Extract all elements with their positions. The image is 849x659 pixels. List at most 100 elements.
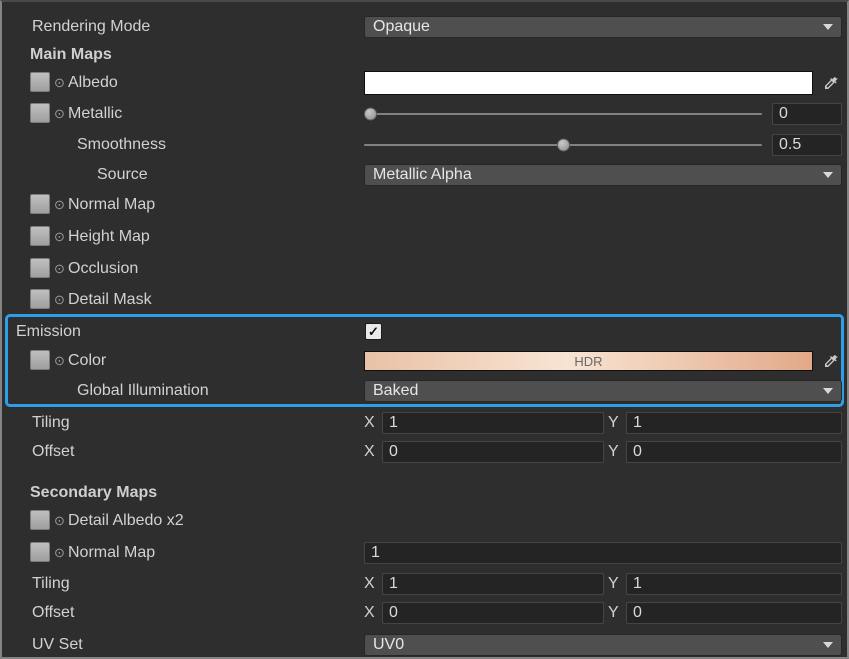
albedo-color-swatch[interactable] [364, 71, 813, 95]
row-albedo: ⊙ Albedo [2, 68, 847, 98]
chevron-down-icon [823, 388, 833, 394]
global-illumination-dropdown[interactable]: Baked [364, 380, 842, 402]
row-emission: Emission ✓ [2, 317, 847, 347]
offset-y-field[interactable]: 0 [626, 441, 842, 463]
secondary-tiling-y-field[interactable]: 1 [626, 573, 842, 595]
chevron-down-icon [823, 642, 833, 648]
object-picker-icon[interactable]: ⊙ [54, 546, 65, 559]
row-occlusion: ⊙ Occlusion [2, 254, 847, 284]
object-picker-icon[interactable]: ⊙ [54, 107, 65, 120]
smoothness-label: Smoothness [77, 136, 166, 154]
object-picker-icon[interactable]: ⊙ [54, 262, 65, 275]
object-picker-icon[interactable]: ⊙ [54, 76, 65, 89]
global-illumination-value: Baked [373, 382, 418, 399]
uv-set-dropdown[interactable]: UV0 [364, 634, 842, 656]
row-detail-mask: ⊙ Detail Mask [2, 285, 847, 315]
hdr-badge: HDR [574, 354, 602, 369]
chevron-down-icon [823, 172, 833, 178]
detail-mask-texture-slot[interactable] [30, 289, 50, 309]
source-dropdown[interactable]: Metallic Alpha [364, 164, 842, 186]
row-offset: Offset X 0 Y 0 [2, 437, 847, 467]
metallic-slider-handle[interactable] [364, 108, 377, 121]
object-picker-icon[interactable]: ⊙ [54, 230, 65, 243]
height-map-texture-slot[interactable] [30, 226, 50, 246]
normal-map-label: Normal Map [68, 196, 155, 214]
emission-checkbox[interactable]: ✓ [365, 323, 382, 340]
row-global-illumination: Global Illumination Baked [2, 376, 847, 406]
row-height-map: ⊙ Height Map [2, 222, 847, 252]
secondary-tiling-label: Tiling [32, 575, 70, 593]
secondary-offset-x-field[interactable]: 0 [382, 602, 604, 624]
object-picker-icon[interactable]: ⊙ [54, 354, 65, 367]
height-map-label: Height Map [68, 228, 150, 246]
detail-mask-label: Detail Mask [68, 291, 152, 309]
row-detail-albedo: ⊙ Detail Albedo x2 [2, 506, 847, 536]
uv-set-value: UV0 [373, 636, 404, 653]
secondary-tiling-x-label: X [364, 575, 375, 593]
row-normal-map: ⊙ Normal Map [2, 190, 847, 220]
secondary-offset-x-label: X [364, 604, 375, 622]
tiling-y-field[interactable]: 1 [626, 412, 842, 434]
metallic-value-field[interactable]: 0 [772, 103, 842, 125]
smoothness-slider-handle[interactable] [557, 139, 570, 152]
row-tiling: Tiling X 1 Y 1 [2, 408, 847, 438]
secondary-tiling-y-label: Y [608, 575, 619, 593]
object-picker-icon[interactable]: ⊙ [54, 293, 65, 306]
row-uv-set: UV Set UV0 [2, 630, 847, 659]
tiling-x-field[interactable]: 1 [382, 412, 604, 434]
object-picker-icon[interactable]: ⊙ [54, 198, 65, 211]
smoothness-value-field[interactable]: 0.5 [772, 134, 842, 156]
row-main-maps-header: Main Maps [2, 40, 847, 70]
secondary-offset-y-label: Y [608, 604, 619, 622]
secondary-normal-map-texture-slot[interactable] [30, 542, 50, 562]
row-metallic: ⊙ Metallic 0 [2, 99, 847, 129]
secondary-offset-label: Offset [32, 604, 74, 622]
eyedropper-icon [823, 75, 839, 91]
emission-eyedropper-button[interactable] [822, 352, 840, 370]
occlusion-label: Occlusion [68, 260, 138, 278]
normal-map-texture-slot[interactable] [30, 194, 50, 214]
tiling-label: Tiling [32, 414, 70, 432]
row-source: Source Metallic Alpha [2, 160, 847, 190]
secondary-offset-y-field[interactable]: 0 [626, 602, 842, 624]
source-label: Source [97, 166, 148, 184]
row-secondary-offset: Offset X 0 Y 0 [2, 598, 847, 628]
offset-label: Offset [32, 443, 74, 461]
row-secondary-normal-map: ⊙ Normal Map 1 [2, 538, 847, 568]
metallic-slider[interactable] [364, 113, 762, 115]
uv-set-label: UV Set [32, 636, 83, 654]
emission-color-label: Color [68, 352, 106, 370]
rendering-mode-dropdown[interactable]: Opaque [364, 16, 842, 38]
rendering-mode-value: Opaque [373, 18, 430, 35]
chevron-down-icon [823, 24, 833, 30]
secondary-normal-map-field[interactable]: 1 [364, 542, 842, 564]
secondary-maps-header: Secondary Maps [30, 484, 157, 502]
secondary-tiling-x-field[interactable]: 1 [382, 573, 604, 595]
smoothness-slider[interactable] [364, 144, 762, 146]
row-secondary-tiling: Tiling X 1 Y 1 [2, 569, 847, 599]
metallic-texture-slot[interactable] [30, 103, 50, 123]
offset-y-label: Y [608, 443, 619, 461]
global-illumination-label: Global Illumination [77, 382, 209, 400]
eyedropper-icon [823, 353, 839, 369]
object-picker-icon[interactable]: ⊙ [54, 514, 65, 527]
rendering-mode-label: Rendering Mode [32, 18, 150, 36]
offset-x-label: X [364, 443, 375, 461]
main-maps-header: Main Maps [30, 46, 112, 64]
occlusion-texture-slot[interactable] [30, 258, 50, 278]
checkmark-icon: ✓ [368, 324, 379, 340]
albedo-eyedropper-button[interactable] [822, 74, 840, 92]
row-emission-color: ⊙ Color HDR [2, 346, 847, 376]
source-value: Metallic Alpha [373, 166, 472, 183]
tiling-y-label: Y [608, 414, 619, 432]
emission-color-swatch[interactable]: HDR [364, 351, 813, 371]
detail-albedo-label: Detail Albedo x2 [68, 512, 184, 530]
detail-albedo-texture-slot[interactable] [30, 510, 50, 530]
emission-label: Emission [16, 323, 81, 341]
emission-texture-slot[interactable] [30, 350, 50, 370]
offset-x-field[interactable]: 0 [382, 441, 604, 463]
tiling-x-label: X [364, 414, 375, 432]
secondary-normal-map-label: Normal Map [68, 544, 155, 562]
albedo-texture-slot[interactable] [30, 72, 50, 92]
row-secondary-maps-header: Secondary Maps [2, 478, 847, 508]
